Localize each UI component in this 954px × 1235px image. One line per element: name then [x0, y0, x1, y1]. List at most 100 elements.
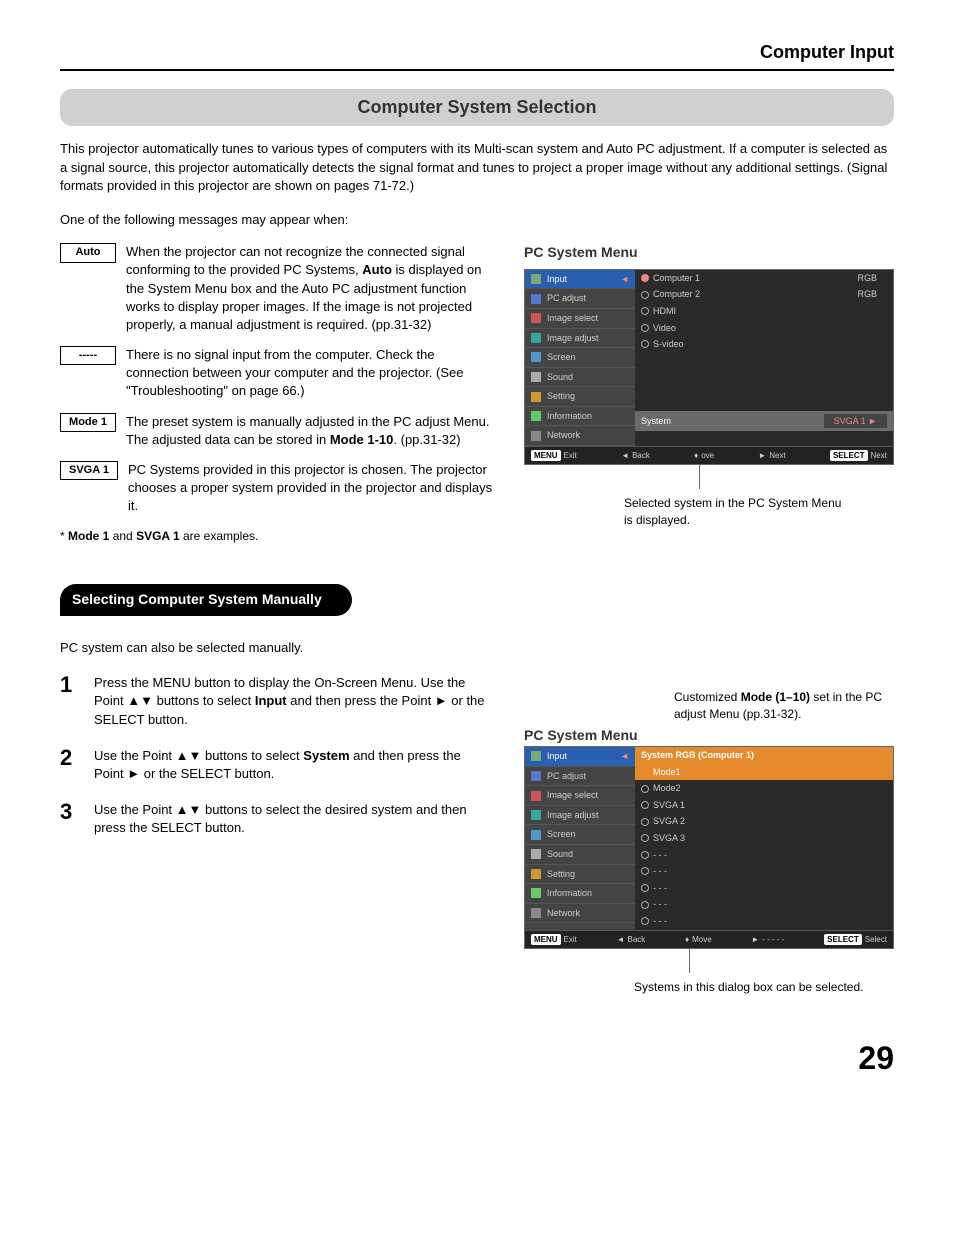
osd-sidebar-item: Sound — [525, 845, 635, 865]
osd-sidebar-item: Network — [525, 904, 635, 924]
osd-sub-item: Computer 2RGB — [635, 286, 893, 303]
message-label: Mode 1 — [60, 413, 116, 432]
message-row: Mode 1 The preset system is manually adju… — [60, 413, 494, 449]
menu-icon — [531, 869, 541, 879]
radio-icon — [641, 307, 649, 315]
menu-icon — [531, 411, 541, 421]
pc-system-menu-title-2: PC System Menu — [524, 726, 638, 746]
osd-sub-item: S-video — [635, 336, 893, 353]
radio-icon — [641, 917, 649, 925]
step-row: 1Press the MENU button to display the On… — [60, 670, 494, 729]
radio-icon — [641, 274, 649, 282]
pointer-line-2 — [689, 949, 894, 973]
osd-sub-item: - - - — [635, 913, 893, 930]
message-text: When the projector can not recognize the… — [126, 243, 494, 334]
page-header: Computer Input — [60, 40, 894, 71]
osd-sub-item: SVGA 1 — [635, 797, 893, 814]
osd-sub-item: SVGA 3 — [635, 830, 893, 847]
intro-paragraph: This projector automatically tunes to va… — [60, 140, 894, 195]
osd-footer-1: MENU Exit ◄ Back ♦ ove ► Next SELECT Nex… — [525, 446, 893, 464]
osd-sub-item: HDMI — [635, 303, 893, 320]
osd-sub-item: - - - — [635, 896, 893, 913]
radio-icon — [641, 340, 649, 348]
osd-sidebar-item: Setting — [525, 387, 635, 407]
osd-sidebar-item: Image adjust — [525, 329, 635, 349]
osd-sidebar-item: Image select — [525, 309, 635, 329]
osd-sidebar-item: PC adjust — [525, 767, 635, 787]
message-row: -----There is no signal input from the c… — [60, 346, 494, 401]
osd-footer-2: MENU Exit ◄ Back ♦ Move ► - - - - - SELE… — [525, 930, 893, 948]
step-row: 3 Use the Point ▲▼ buttons to select the … — [60, 797, 494, 837]
osd-screenshot-2: Input◄PC adjustImage selectImage adjustS… — [524, 746, 894, 949]
menu-icon — [531, 294, 541, 304]
osd-sidebar-item: Sound — [525, 368, 635, 388]
message-label: ----- — [60, 346, 116, 365]
radio-icon — [641, 851, 649, 859]
osd-sidebar-item: Image adjust — [525, 806, 635, 826]
osd-sidebar-item: Input◄ — [525, 270, 635, 290]
step-text: Use the Point ▲▼ buttons to select Syste… — [94, 743, 494, 783]
osd-sub-item: - - - — [635, 863, 893, 880]
radio-icon — [641, 324, 649, 332]
manual-heading: Selecting Computer System Manually — [60, 584, 352, 616]
menu-icon — [531, 352, 541, 362]
menu-icon — [531, 274, 541, 284]
radio-icon — [641, 785, 649, 793]
menu-icon — [531, 771, 541, 781]
manual-intro: PC system can also be selected manually. — [60, 639, 494, 657]
osd-sub-item: Computer 1RGB — [635, 270, 893, 287]
osd-sidebar-item: Input◄ — [525, 747, 635, 767]
menu-icon — [531, 908, 541, 918]
osd-sidebar-item: Screen — [525, 825, 635, 845]
osd-sub-item: - - - — [635, 880, 893, 897]
section-title: Computer System Selection — [60, 89, 894, 126]
osd-screenshot-1: Input◄PC adjustImage selectImage adjustS… — [524, 269, 894, 466]
radio-icon — [641, 834, 649, 842]
message-label: SVGA 1 — [60, 461, 118, 480]
osd-sidebar-item: PC adjust — [525, 289, 635, 309]
menu-icon — [531, 830, 541, 840]
pc-system-menu-title-1: PC System Menu — [524, 243, 894, 263]
osd-sidebar-item: Screen — [525, 348, 635, 368]
osd-sub-item: - - - — [635, 847, 893, 864]
radio-icon — [641, 818, 649, 826]
step-text: Press the MENU button to display the On-… — [94, 670, 494, 729]
left-arrow-icon: ◄ — [620, 273, 629, 286]
osd-sub-item: SVGA 2 — [635, 813, 893, 830]
pointer-line — [699, 465, 894, 489]
message-row: SVGA 1PC Systems provided in this projec… — [60, 461, 494, 516]
menu1-caption: Selected system in the PC System Menu is… — [624, 495, 844, 529]
osd-sub-item: Mode2 — [635, 780, 893, 797]
step-text: Use the Point ▲▼ buttons to select the d… — [94, 797, 494, 837]
radio-icon — [641, 801, 649, 809]
menu-icon — [531, 791, 541, 801]
menu-icon — [531, 888, 541, 898]
system-row: System SVGA 1 ► — [635, 411, 893, 432]
radio-icon — [641, 291, 649, 299]
osd-sidebar-item: Information — [525, 884, 635, 904]
osd-sub-item: Mode1 — [635, 764, 893, 781]
radio-icon — [641, 768, 649, 776]
osd-sidebar-item: Setting — [525, 865, 635, 885]
step-number: 2 — [60, 743, 80, 783]
menu-icon — [531, 751, 541, 761]
osd-sidebar-item: Network — [525, 426, 635, 446]
menu2-caption: Systems in this dialog box can be select… — [634, 979, 894, 996]
radio-icon — [641, 901, 649, 909]
menu-icon — [531, 372, 541, 382]
message-row: Auto When the projector can not recognize… — [60, 243, 494, 334]
menu2-top-annotation: Customized Mode (1–10) set in the PC adj… — [674, 689, 894, 723]
radio-icon — [641, 867, 649, 875]
left-arrow-icon: ◄ — [620, 750, 629, 763]
menu-icon — [531, 313, 541, 323]
page-number: 29 — [60, 1036, 894, 1081]
radio-icon — [641, 884, 649, 892]
menu-icon — [531, 810, 541, 820]
message-label: Auto — [60, 243, 116, 262]
menu-icon — [531, 392, 541, 402]
message-text: The preset system is manually adjusted i… — [126, 413, 494, 449]
osd-sidebar-item: Image select — [525, 786, 635, 806]
step-number: 3 — [60, 797, 80, 837]
osd-sidebar-item: Information — [525, 407, 635, 427]
menu-icon — [531, 333, 541, 343]
